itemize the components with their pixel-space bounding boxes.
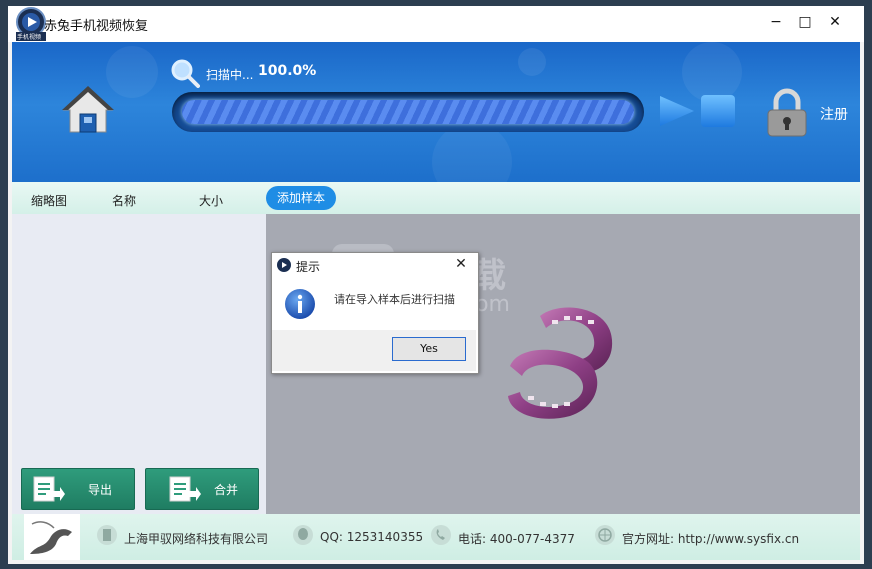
scan-progress-fill [182,100,634,124]
dialog-app-icon [276,257,292,273]
qq-number: QQ: 1253140355 [320,530,424,544]
window-title: 赤兔手机视频恢复 [44,19,149,34]
website-link[interactable]: 官方网址: http://www.sysfix.cn [622,530,799,547]
dialog-title: 提示 [296,260,321,274]
export-button[interactable]: 导出 [21,468,135,510]
column-thumbnail[interactable]: 缩略图 [31,192,67,209]
phone-number: 电话: 400-077-4377 [458,532,575,546]
export-icon [33,476,65,502]
yes-button[interactable]: Yes [392,337,466,361]
company-logo [24,514,80,560]
home-icon[interactable] [60,84,116,136]
close-button[interactable]: ✕ [824,12,846,32]
lock-icon[interactable] [764,88,810,138]
column-size[interactable]: 大小 [199,192,223,209]
info-icon [284,288,316,320]
search-icon [170,58,200,88]
column-header-bar [12,182,860,214]
dialog-message: 请在导入样本后进行扫描 [334,293,455,306]
export-label: 导出 [88,483,113,497]
qq-icon [292,524,314,546]
company-name: 上海甲驭网络科技有限公司 [124,532,269,546]
register-link[interactable]: 注册 [820,104,848,124]
play-icon[interactable] [658,94,696,128]
stop-icon[interactable] [700,94,736,128]
film-reel-icon [500,296,624,426]
add-sample-button[interactable]: 添加样本 [266,186,336,210]
app-logo-label: 手机视频 [17,34,42,41]
column-name[interactable]: 名称 [112,192,136,209]
globe-icon [594,524,616,546]
maximize-button[interactable]: □ [794,12,816,32]
minimize-button[interactable]: − [765,12,787,32]
company-icon [96,524,118,546]
dialog-close-button[interactable]: ✕ [452,256,470,272]
merge-label: 合并 [214,483,239,497]
merge-button[interactable]: 合并 [145,468,259,510]
phone-icon [430,524,452,546]
merge-icon [169,476,201,502]
scan-percent: 100.0% [258,63,317,79]
scan-status-label: 扫描中... [206,68,254,82]
